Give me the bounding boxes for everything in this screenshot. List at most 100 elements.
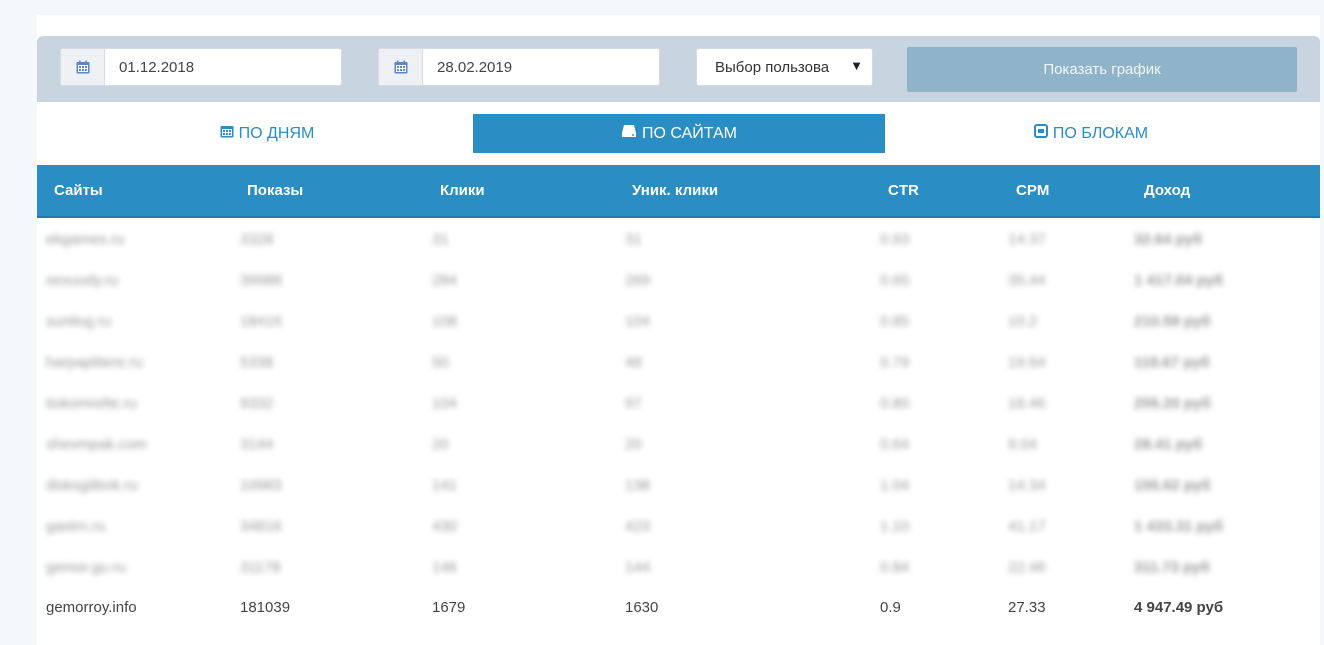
cell-clicks: 108 bbox=[432, 313, 458, 330]
table-row: harpaplitere.ru 5338 50 48 0.79 19.64 118.67 р… bbox=[37, 343, 1320, 384]
user-select-value: Выбор пользова bbox=[715, 59, 830, 76]
cell-cpm: 16.46 bbox=[1008, 395, 1046, 412]
date-to-field[interactable] bbox=[378, 48, 660, 86]
cell-ctr: 0.84 bbox=[880, 559, 910, 576]
cell-site: gemorroy.info bbox=[46, 599, 137, 616]
block-icon bbox=[1033, 124, 1048, 143]
user-select[interactable]: Выбор пользова ▼ bbox=[696, 48, 873, 86]
cell-clicks: 50 bbox=[432, 354, 449, 371]
cell-income: 1 417.04 руб bbox=[1134, 272, 1224, 289]
date-from-input[interactable] bbox=[105, 49, 335, 85]
cell-cpm: 9.04 bbox=[1008, 436, 1038, 453]
cell-clicks: 104 bbox=[432, 395, 458, 412]
table-row-last: gemorroy.info 181039 1679 1630 0.9 27.33… bbox=[37, 588, 1320, 629]
table-row: gastrn.ru 34816 430 423 1.10 41.17 1 433.31 ру… bbox=[37, 507, 1320, 548]
cell-unique-clicks: 20 bbox=[625, 436, 642, 453]
calendar-icon[interactable] bbox=[379, 49, 423, 85]
table-row: disksgitbok.ru 10983 141 138 1.04 14.34 155.62… bbox=[37, 466, 1320, 507]
cell-impressions: 39988 bbox=[240, 272, 282, 289]
table-row: sunilog.ru 18416 108 104 0.85 10.2 210.59 руб bbox=[37, 302, 1320, 343]
cell-impressions: 3144 bbox=[240, 436, 274, 453]
calendar-icon bbox=[220, 124, 234, 143]
cell-unique-clicks: 48 bbox=[625, 354, 642, 371]
tab-label: ПО БЛОКАМ bbox=[1052, 124, 1149, 142]
cell-impressions: 18416 bbox=[240, 313, 282, 330]
cell-ctr: 1.04 bbox=[880, 477, 910, 494]
cell-unique-clicks: 1630 bbox=[625, 599, 659, 616]
table-row: ekgames.ru 3328 31 31 0.93 14.37 32.64 руб bbox=[37, 220, 1320, 261]
table-row: gemor.gu.ru 31178 146 144 0.84 22.46 311.73 ру… bbox=[37, 548, 1320, 589]
cell-ctr: 0.9 bbox=[880, 599, 901, 616]
table-row: shevmpak.com 3144 20 20 0.64 9.04 28.41 руб bbox=[37, 425, 1320, 466]
date-to-input[interactable] bbox=[423, 49, 653, 85]
cell-clicks: 284 bbox=[432, 272, 458, 289]
table-row: tiokomrelte.ru 9332 104 97 0.80 16.46 255.20 р… bbox=[37, 384, 1320, 425]
cell-clicks: 141 bbox=[432, 477, 458, 494]
table-row: sexuudy.ru 39988 284 269 0.65 35.44 1 417.04 р… bbox=[37, 261, 1320, 302]
cell-site: shevmpak.com bbox=[46, 436, 147, 453]
cell-cpm: 19.64 bbox=[1008, 354, 1046, 371]
cell-income: 155.62 руб bbox=[1134, 477, 1211, 494]
cell-unique-clicks: 138 bbox=[625, 477, 651, 494]
column-header[interactable]: Уник. клики bbox=[632, 182, 718, 199]
cell-unique-clicks: 144 bbox=[625, 559, 651, 576]
cell-cpm: 41.17 bbox=[1008, 518, 1046, 535]
column-header[interactable]: Сайты bbox=[54, 182, 103, 199]
cell-impressions: 34816 bbox=[240, 518, 282, 535]
cell-site: gemor.gu.ru bbox=[46, 559, 127, 576]
cell-cpm: 22.46 bbox=[1008, 559, 1046, 576]
cell-clicks: 430 bbox=[432, 518, 458, 535]
filter-bar: Выбор пользова ▼ Показать график bbox=[37, 36, 1320, 102]
cell-impressions: 31178 bbox=[240, 559, 281, 576]
cell-ctr: 0.85 bbox=[880, 313, 910, 330]
cell-income: 255.20 руб bbox=[1134, 395, 1211, 412]
column-header[interactable]: Клики bbox=[440, 182, 485, 199]
calendar-icon[interactable] bbox=[61, 49, 105, 85]
cell-ctr: 0.65 bbox=[880, 272, 910, 289]
server-icon bbox=[621, 124, 637, 143]
show-chart-button[interactable]: Показать график bbox=[907, 47, 1297, 92]
cell-impressions: 3328 bbox=[240, 231, 274, 248]
cell-unique-clicks: 269 bbox=[625, 272, 651, 289]
column-header[interactable]: CTR bbox=[888, 182, 919, 199]
cell-site: sunilog.ru bbox=[46, 313, 112, 330]
table-header: Сайты Показы Клики Уник. клики CTR CPM Д… bbox=[37, 165, 1320, 218]
tab-by-sites[interactable]: ПО САЙТАМ bbox=[473, 114, 885, 153]
report-tabs: ПО ДНЯМ ПО САЙТАМ ПО БЛОКАМ bbox=[37, 114, 1320, 154]
cell-site: gastrn.ru bbox=[46, 518, 106, 535]
cell-unique-clicks: 97 bbox=[625, 395, 642, 412]
cell-cpm: 27.33 bbox=[1008, 599, 1046, 616]
tab-label: ПО САЙТАМ bbox=[641, 124, 737, 142]
cell-site: harpaplitere.ru bbox=[46, 354, 143, 371]
column-header[interactable]: Доход bbox=[1144, 182, 1190, 199]
cell-site: ekgames.ru bbox=[46, 231, 125, 248]
cell-impressions: 9332 bbox=[240, 395, 274, 412]
cell-impressions: 10983 bbox=[240, 477, 282, 494]
cell-income: 4 947.49 руб bbox=[1134, 599, 1224, 616]
tab-by-days[interactable]: ПО ДНЯМ bbox=[61, 114, 473, 153]
cell-cpm: 14.37 bbox=[1008, 231, 1046, 248]
cell-income: 311.73 руб bbox=[1134, 559, 1210, 576]
column-header[interactable]: CPM bbox=[1016, 182, 1049, 199]
cell-clicks: 31 bbox=[432, 231, 449, 248]
cell-impressions: 5338 bbox=[240, 354, 274, 371]
cell-ctr: 0.64 bbox=[880, 436, 910, 453]
cell-ctr: 0.80 bbox=[880, 395, 910, 412]
cell-unique-clicks: 104 bbox=[625, 313, 651, 330]
cell-clicks: 146 bbox=[432, 559, 458, 576]
cell-impressions: 181039 bbox=[240, 599, 291, 616]
cell-site: sexuudy.ru bbox=[46, 272, 119, 289]
column-header[interactable]: Показы bbox=[247, 182, 303, 199]
stats-panel: Выбор пользова ▼ Показать график ПО ДНЯМ… bbox=[37, 15, 1320, 645]
cell-income: 118.67 руб bbox=[1134, 354, 1210, 371]
cell-ctr: 0.79 bbox=[880, 354, 910, 371]
cell-site: tiokomrelte.ru bbox=[46, 395, 137, 412]
date-from-field[interactable] bbox=[60, 48, 342, 86]
cell-income: 210.59 руб bbox=[1134, 313, 1211, 330]
tab-by-blocks[interactable]: ПО БЛОКАМ bbox=[885, 114, 1297, 153]
cell-unique-clicks: 31 bbox=[625, 231, 642, 248]
tab-label: ПО ДНЯМ bbox=[238, 124, 315, 142]
cell-clicks: 20 bbox=[432, 436, 449, 453]
cell-unique-clicks: 423 bbox=[625, 518, 651, 535]
cell-cpm: 14.34 bbox=[1008, 477, 1046, 494]
